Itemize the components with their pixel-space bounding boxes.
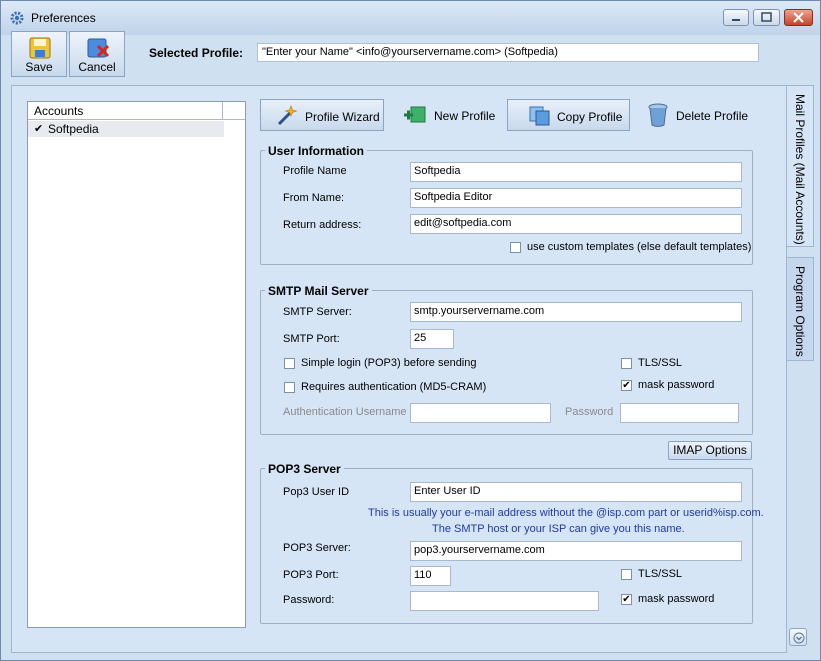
simple-login-checkbox[interactable] [284,358,295,369]
accounts-column-header: Accounts [34,104,84,118]
pop3-tls-checkbox[interactable] [621,569,632,580]
pop3-title: POP3 Server [265,462,344,476]
window-title: Preferences [31,11,96,25]
profile-wizard-button[interactable]: Profile Wizard [260,99,384,131]
cancel-label: Cancel [78,60,116,74]
smtp-tls-label: TLS/SSL [638,357,683,369]
pop3-info-line-1: This is usually your e-mail address with… [368,507,764,519]
pop3-user-id-label: Pop3 User ID [283,486,350,498]
preferences-window: Preferences Save Cancel Selected Profile… [0,0,821,661]
title-bar: Preferences [1,1,820,35]
selected-profile-label: Selected Profile: [149,46,244,60]
tab-program-options[interactable]: Program Options [787,257,814,361]
simple-login-label: Simple login (POP3) before sending [301,357,477,369]
from-name-field[interactable]: Softpedia Editor [410,188,742,208]
imap-options-button[interactable]: IMAP Options [668,441,752,460]
chevron-down-icon [793,632,805,647]
user-information-title: User Information [265,144,368,158]
auth-username-field[interactable] [410,403,551,423]
tab-program-options-label: Program Options [793,266,807,357]
from-name-label: From Name: [283,192,345,204]
delete-profile-label: Delete Profile [676,109,749,123]
auth-username-label: Authentication Username [283,406,407,418]
copy-profile-button[interactable]: Copy Profile [507,99,630,131]
new-profile-icon [403,104,427,129]
pop3-user-id-field[interactable]: Enter User ID [410,482,742,502]
copy-profile-label: Copy Profile [557,110,623,124]
pop3-tls-label: TLS/SSL [638,568,683,580]
delete-profile-button[interactable]: Delete Profile [643,99,749,131]
account-name: Softpedia [48,122,99,136]
smtp-server-field[interactable]: smtp.yourservername.com [410,302,742,322]
cancel-x-icon [86,36,112,63]
profile-name-label: Profile Name [283,165,347,177]
smtp-server-label: SMTP Server: [283,306,352,318]
smtp-port-label: SMTP Port: [283,333,340,345]
tab-mail-profiles-label: Mail Profiles (Mail Accounts) [793,94,807,245]
save-label: Save [25,60,53,74]
pop3-port-field[interactable]: 110 [410,566,451,586]
accounts-list[interactable]: Accounts ✔ Softpedia [27,101,246,628]
smtp-password-field[interactable] [620,403,739,423]
wand-icon [275,103,299,130]
account-row[interactable]: ✔ Softpedia [28,121,224,137]
copy-profile-icon [528,105,552,130]
column-divider [222,102,223,119]
pop3-port-label: POP3 Port: [283,569,339,581]
checkmark-icon: ✔ [34,123,44,135]
accounts-header[interactable]: Accounts [28,102,245,120]
smtp-mask-password-label: mask password [638,379,715,391]
gear-icon [9,10,25,26]
pop3-mask-password-checkbox[interactable]: ✔ [621,594,632,605]
profile-wizard-label: Profile Wizard [305,110,380,124]
profile-name-field[interactable]: Softpedia [410,162,742,182]
requires-auth-checkbox[interactable] [284,382,295,393]
smtp-mask-password-checkbox[interactable]: ✔ [621,380,632,391]
save-button[interactable]: Save [11,31,67,77]
pop3-server-field[interactable]: pop3.yourservername.com [410,541,742,561]
scroll-down-button[interactable] [789,628,807,646]
pop3-server-label: POP3 Server: [283,542,351,554]
custom-templates-checkbox[interactable] [510,242,521,253]
smtp-tls-checkbox[interactable] [621,358,632,369]
trash-icon [647,102,669,131]
smtp-port-field[interactable]: 25 [410,329,454,349]
pop3-mask-password-label: mask password [638,593,715,605]
custom-templates-label: use custom templates (else default templ… [527,241,752,253]
cancel-button[interactable]: Cancel [69,31,125,77]
new-profile-button[interactable]: New Profile [399,99,499,131]
smtp-password-label: Password [565,406,614,418]
return-address-field[interactable]: edit@softpedia.com [410,214,742,234]
requires-auth-label: Requires authentication (MD5-CRAM) [301,381,487,393]
maximize-button[interactable] [753,9,780,26]
tab-mail-profiles[interactable]: Mail Profiles (Mail Accounts) [787,85,814,247]
floppy-save-icon [28,37,52,62]
new-profile-label: New Profile [434,109,496,123]
return-address-label: Return address: [283,219,362,231]
pop3-password-label: Password: [283,594,335,606]
selected-profile-field[interactable]: "Enter your Name" <info@yourservername.c… [257,43,759,62]
smtp-title: SMTP Mail Server [265,284,372,298]
minimize-button[interactable] [723,9,749,26]
pop3-password-field[interactable] [410,591,599,611]
pop3-info-line-2: The SMTP host or your ISP can give you t… [432,523,685,535]
close-button[interactable] [784,9,813,26]
